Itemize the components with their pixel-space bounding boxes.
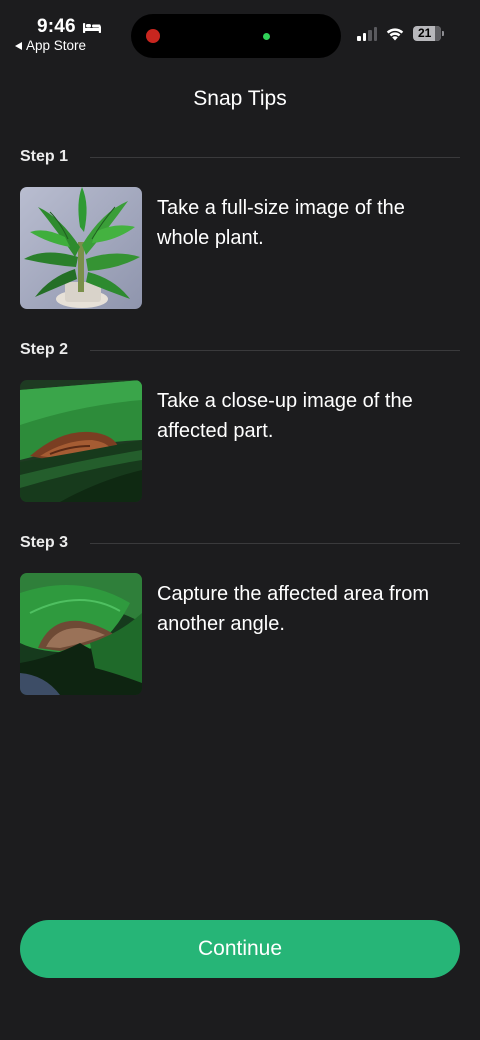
step-1-instruction: Take a full-size image of the whole plan… — [157, 197, 405, 249]
status-indicators: 21 — [357, 26, 444, 41]
step-3-header: Step 3 — [20, 533, 460, 553]
signal-icon — [357, 26, 377, 41]
divider — [90, 349, 460, 351]
wifi-icon — [386, 28, 404, 41]
step-2-header: Step 2 — [20, 340, 460, 360]
recording-indicator-icon — [146, 29, 160, 43]
divider — [90, 542, 460, 544]
page-title: Snap Tips — [193, 87, 287, 110]
dynamic-island — [131, 14, 341, 58]
status-bar: 9:46 App Store 21 — [0, 0, 480, 62]
whole-plant-photo — [20, 187, 142, 309]
bed-icon — [82, 23, 101, 33]
camera-indicator-icon — [263, 33, 270, 40]
step-1-row: Take a full-size image of the whole plan… — [20, 187, 460, 309]
step-2-row: Take a close-up image of the affected pa… — [20, 380, 460, 502]
back-to-app-store-link[interactable]: App Store — [15, 38, 86, 53]
battery-icon: 21 — [413, 26, 444, 41]
time-group: 9:46 — [37, 16, 102, 38]
step-3-row: Capture the affected area from another a… — [20, 573, 460, 695]
battery-level: 21 — [418, 26, 432, 40]
leaf-closeup-photo — [20, 380, 142, 502]
back-app-label: App Store — [26, 38, 87, 53]
status-time: 9:46 — [37, 16, 76, 37]
leaf-angle-photo — [20, 573, 142, 695]
divider — [90, 156, 460, 158]
step-2-instruction: Take a close-up image of the affected pa… — [157, 390, 413, 442]
step-1-header: Step 1 — [20, 147, 460, 167]
step-label: Step 1 — [20, 148, 69, 165]
step-label: Step 2 — [20, 341, 69, 358]
step-label: Step 3 — [20, 534, 69, 551]
back-triangle-icon — [15, 41, 22, 50]
step-3-instruction: Capture the affected area from another a… — [157, 583, 430, 635]
continue-button[interactable]: Continue — [20, 920, 460, 978]
